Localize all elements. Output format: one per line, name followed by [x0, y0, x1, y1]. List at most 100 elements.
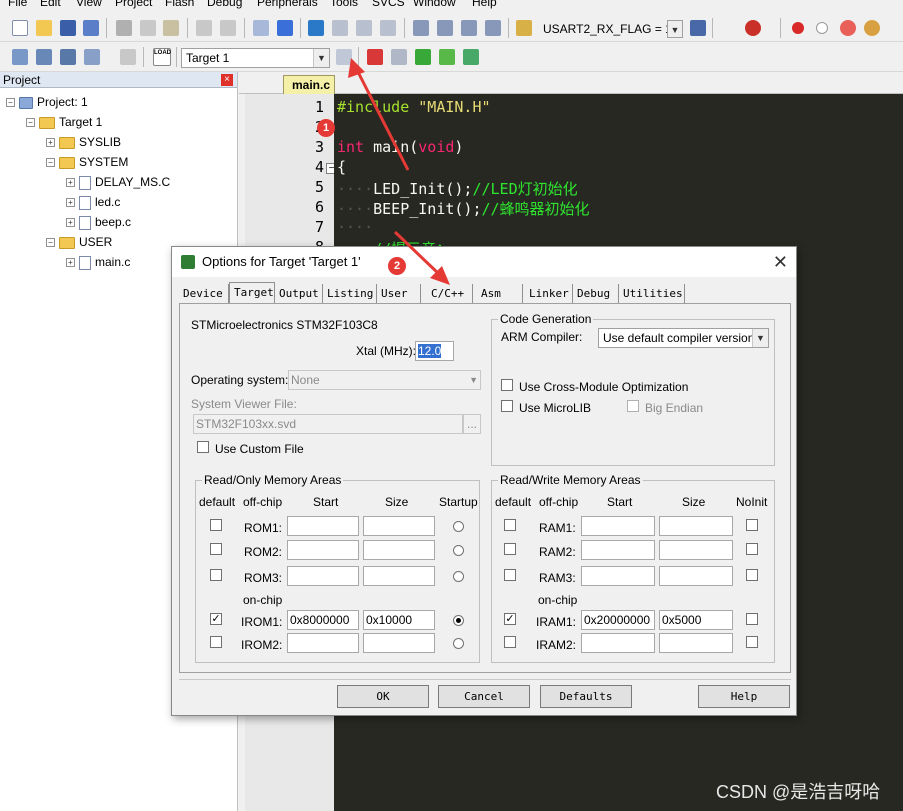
menu-view[interactable]: View — [76, 0, 102, 9]
expand-icon[interactable]: + — [66, 258, 75, 268]
tree-folder-system[interactable]: − SYSTEM — [46, 153, 128, 171]
tree-folder-syslib[interactable]: + SYSLIB — [46, 133, 121, 151]
rom2-startup-radio[interactable] — [453, 545, 464, 556]
cross-module-checkbox[interactable] — [501, 379, 513, 391]
collapse-icon[interactable]: − — [6, 98, 15, 108]
menu-flash[interactable]: Flash — [165, 0, 194, 9]
tree-file-beep[interactable]: + beep.c — [66, 213, 131, 231]
clear-bookmarks-icon[interactable] — [380, 20, 396, 36]
collapse-icon[interactable]: − — [46, 158, 55, 168]
close-icon[interactable]: ✕ — [773, 247, 788, 277]
comment-icon[interactable] — [461, 20, 477, 36]
select-pack-icon[interactable] — [391, 49, 407, 65]
outdent-icon[interactable] — [437, 20, 453, 36]
ram1-default-checkbox[interactable] — [504, 519, 516, 531]
nav-forward-icon[interactable] — [277, 20, 293, 36]
ram1-noinit-checkbox[interactable] — [746, 519, 758, 531]
menu-debug[interactable]: Debug — [207, 0, 242, 9]
menu-project[interactable]: Project — [115, 0, 152, 9]
bookmark-icon[interactable] — [308, 20, 324, 36]
menu-tools[interactable]: Tools — [330, 0, 358, 9]
microlib-checkbox[interactable] — [501, 400, 513, 412]
tab-main-c[interactable]: main.c — [283, 75, 335, 94]
tab-target[interactable]: Target — [229, 282, 275, 304]
save-all-icon[interactable] — [83, 20, 99, 36]
tab-asm[interactable]: Asm — [473, 284, 523, 304]
ram2-noinit-checkbox[interactable] — [746, 543, 758, 555]
chevron-down-icon[interactable]: ▼ — [752, 329, 768, 347]
next-bookmark-icon[interactable] — [356, 20, 372, 36]
tree-target[interactable]: − Target 1 — [26, 113, 102, 131]
stop-build-icon[interactable] — [120, 49, 136, 65]
rom3-startup-radio[interactable] — [453, 571, 464, 582]
ram2-start[interactable] — [581, 540, 655, 560]
tree-file-main[interactable]: + main.c — [66, 253, 130, 271]
menu-file[interactable]: File — [8, 0, 27, 9]
ram1-size[interactable] — [659, 516, 733, 536]
chevron-down-icon[interactable]: ▼ — [313, 49, 329, 67]
menu-peripherals[interactable]: Peripherals — [257, 0, 318, 9]
tab-user[interactable]: User — [377, 284, 421, 304]
rom2-start[interactable] — [287, 540, 359, 560]
ok-button[interactable]: OK — [337, 685, 429, 708]
expand-icon[interactable]: + — [66, 198, 75, 208]
options-for-target-icon[interactable] — [336, 49, 352, 65]
copy-icon[interactable] — [140, 20, 156, 36]
save-icon[interactable] — [60, 20, 76, 36]
tree-file-led[interactable]: + led.c — [66, 193, 120, 211]
cut-icon[interactable] — [116, 20, 132, 36]
help-button[interactable]: Help — [698, 685, 790, 708]
tab-debug[interactable]: Debug — [573, 284, 619, 304]
pack-installer-icon[interactable] — [439, 49, 455, 65]
uncomment-icon[interactable] — [485, 20, 501, 36]
iram2-noinit-checkbox[interactable] — [746, 636, 758, 648]
tree-folder-user[interactable]: − USER — [46, 233, 112, 251]
iram1-noinit-checkbox[interactable] — [746, 613, 758, 625]
collapse-icon[interactable]: − — [46, 238, 55, 248]
menu-help[interactable]: Help — [472, 0, 497, 9]
irom2-default-checkbox[interactable] — [210, 636, 222, 648]
tab-device[interactable]: Device — [179, 284, 229, 304]
irom1-size[interactable]: 0x10000 — [363, 610, 435, 630]
irom2-size[interactable] — [363, 633, 435, 653]
incremental-find-icon[interactable] — [690, 20, 706, 36]
breakpoint-icon[interactable] — [792, 22, 804, 34]
tab-listing[interactable]: Listing — [323, 284, 377, 304]
expand-icon[interactable]: + — [46, 138, 55, 148]
collapse-icon[interactable]: − — [26, 118, 35, 128]
find-in-files-icon[interactable] — [516, 20, 532, 36]
tree-file-delay[interactable]: + DELAY_MS.C — [66, 173, 170, 191]
paste-icon[interactable] — [163, 20, 179, 36]
ram3-size[interactable] — [659, 566, 733, 586]
undo-icon[interactable] — [196, 20, 212, 36]
ram2-size[interactable] — [659, 540, 733, 560]
rom3-start[interactable] — [287, 566, 359, 586]
tab-linker[interactable]: Linker — [523, 284, 573, 304]
manage-rte-icon[interactable] — [415, 49, 431, 65]
ram3-default-checkbox[interactable] — [504, 569, 516, 581]
browse-button[interactable]: ... — [463, 414, 481, 434]
rebuild-icon[interactable] — [60, 49, 76, 65]
tree-project[interactable]: − Project: 1 — [6, 93, 88, 111]
rom1-startup-radio[interactable] — [453, 521, 464, 532]
nav-back-icon[interactable] — [253, 20, 269, 36]
big-endian-checkbox[interactable] — [627, 400, 639, 412]
batch-build-icon[interactable] — [84, 49, 100, 65]
load-icon[interactable]: LOAD — [153, 48, 171, 66]
rom3-default-checkbox[interactable] — [210, 569, 222, 581]
arm-compiler-select[interactable]: Use default compiler version 5 ▼ — [598, 328, 769, 348]
open-folder-icon[interactable] — [36, 20, 52, 36]
iram2-default-checkbox[interactable] — [504, 636, 516, 648]
expand-icon[interactable]: + — [66, 218, 75, 228]
tab-c-cpp[interactable]: C/C++ — [421, 284, 473, 304]
rom1-size[interactable] — [363, 516, 435, 536]
prev-bookmark-icon[interactable] — [332, 20, 348, 36]
kill-breakpoints-icon[interactable] — [840, 20, 856, 36]
target-select[interactable]: Target 1 ▼ — [181, 48, 330, 68]
new-file-icon[interactable] — [12, 20, 28, 36]
manage-project-items-icon[interactable] — [367, 49, 383, 65]
use-custom-file-checkbox[interactable] — [197, 441, 209, 453]
cancel-button[interactable]: Cancel — [438, 685, 530, 708]
rom2-size[interactable] — [363, 540, 435, 560]
irom1-default-checkbox[interactable]: ✓ — [210, 613, 222, 625]
